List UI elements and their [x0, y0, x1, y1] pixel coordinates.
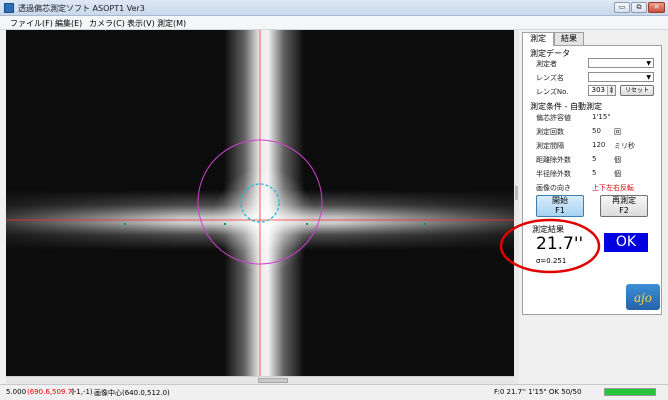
measurer-select[interactable]: ▼ — [588, 58, 654, 68]
camera-viewer[interactable] — [6, 30, 514, 376]
stepper-arrows-icon[interactable]: ▲ ▼ — [607, 86, 615, 95]
progress-fill — [605, 389, 655, 395]
reset-button[interactable]: リセット — [620, 85, 654, 96]
close-icon: ✕ — [653, 3, 660, 11]
edge-marker — [424, 223, 426, 225]
condition-unit: 個 — [614, 156, 621, 164]
close-button[interactable]: ✕ — [648, 2, 665, 13]
title-bar: 透過偏芯測定ソフト ASOPT1 Ver3 ▭ ⧉ ✕ — [0, 0, 668, 16]
logo-mark-icon: ajo — [634, 291, 652, 306]
menu-view[interactable]: 表示(V) — [127, 18, 155, 29]
measurer-label: 測定者 — [536, 60, 557, 68]
menu-file[interactable]: ファイル(F) — [10, 18, 53, 29]
maximize-icon: ⧉ — [636, 3, 642, 11]
company-logo: ajo — [626, 284, 660, 310]
condition-unit: 個 — [614, 170, 621, 178]
menu-bar: ファイル(F) 編集(E) カメラ(C) 表示(V) 測定(M) — [0, 16, 668, 30]
condition-value: 上下左右反転 — [592, 184, 634, 192]
condition-label: 距離除外数 — [536, 156, 571, 164]
status-bar: 5.000 (690.6,509.7) (-1,-1) 画像中心(640.0,5… — [0, 384, 668, 400]
condition-value: 5 — [592, 169, 597, 177]
cursor-coordinates: (690.6,509.7) — [27, 388, 75, 396]
condition-label: 半径除外数 — [536, 170, 571, 178]
condition-value: 120 — [592, 141, 606, 149]
scrollbar-thumb[interactable] — [258, 378, 288, 383]
edge-marker — [306, 223, 308, 225]
start-button[interactable]: 開始 F1 — [536, 195, 584, 217]
image-center: 画像中心(640.0,512.0) — [94, 389, 170, 397]
condition-label: 偏芯許容値 — [536, 114, 571, 122]
measurement-progress-bar — [604, 388, 656, 396]
lens-no-stepper[interactable]: 303 ▲ ▼ — [588, 85, 616, 96]
condition-value: 1'15" — [592, 113, 611, 121]
data-section-header: 測定データ — [530, 49, 570, 58]
tab-measure[interactable]: 測定 — [522, 32, 554, 46]
lens-no-label: レンズNo. — [536, 88, 569, 96]
window-title: 透過偏芯測定ソフト ASOPT1 Ver3 — [18, 4, 145, 13]
app-icon — [4, 3, 14, 13]
condition-label: 測定間隔 — [536, 142, 564, 150]
splitter-grip[interactable] — [515, 186, 518, 200]
minimize-icon: ▭ — [618, 3, 626, 11]
lens-no-value: 303 — [591, 86, 605, 94]
condition-label: 測定回数 — [536, 128, 564, 136]
condition-value: 50 — [592, 127, 601, 135]
tab-result[interactable]: 結果 — [554, 32, 584, 45]
chevron-down-icon: ▼ — [646, 60, 651, 67]
viewer-horizontal-scrollbar[interactable] — [6, 376, 514, 384]
menu-camera[interactable]: カメラ(C) — [89, 18, 125, 29]
edge-marker — [224, 223, 226, 225]
condition-value: 5 — [592, 155, 597, 163]
svg-text:ajo: ajo — [634, 291, 652, 306]
menu-edit[interactable]: 編集(E) — [55, 18, 82, 29]
minimize-button[interactable]: ▭ — [614, 2, 630, 13]
result-status-badge: OK — [604, 233, 648, 252]
zoom-level: 5.000 — [6, 388, 27, 396]
panel-splitter[interactable] — [514, 30, 519, 384]
remeasure-button[interactable]: 再測定 F2 — [600, 195, 648, 217]
conditions-header: 測定条件 - 自動測定 — [530, 102, 602, 111]
chevron-down-icon: ▼ — [646, 74, 651, 81]
lens-name-label: レンズ名 — [536, 74, 564, 82]
lens-name-select[interactable]: ▼ — [588, 72, 654, 82]
menu-measure[interactable]: 測定(M) — [157, 18, 186, 29]
maximize-button[interactable]: ⧉ — [631, 2, 647, 13]
condition-label: 画像の向き — [536, 184, 571, 192]
control-panel: 測定 結果 測定データ 測定者 ▼ レンズ名 ▼ レンズNo. 303 ▲ ▼ リセ… — [499, 30, 664, 384]
pixel-offset: (-1,-1) — [71, 388, 93, 396]
measurement-overlay — [6, 30, 514, 376]
condition-unit: 回 — [614, 128, 621, 136]
condition-unit: ミリ秒 — [614, 142, 635, 150]
highlight-ellipse — [499, 218, 601, 274]
edge-marker — [124, 223, 126, 225]
measurement-summary: F:0 21.7'' 1'15" OK 50/50 — [494, 388, 582, 396]
